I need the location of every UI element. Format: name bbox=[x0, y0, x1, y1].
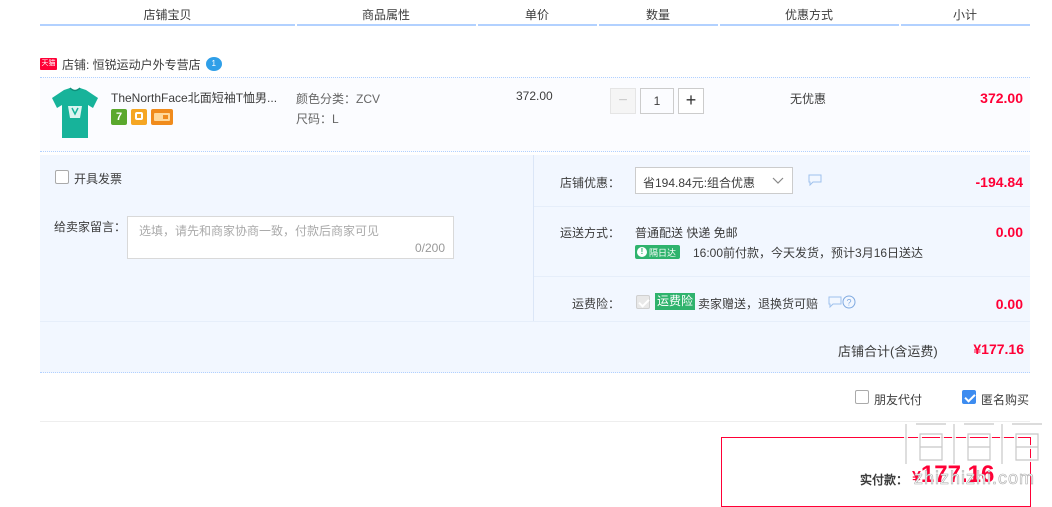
comment-icon[interactable] bbox=[808, 174, 822, 186]
item-subtotal: 372.00 bbox=[980, 90, 1023, 106]
shop-row: 天猫 店铺: 恒锐运动户外专营店 1 bbox=[40, 56, 222, 72]
header-underline bbox=[599, 24, 718, 26]
pay-amount: ¥177.16 bbox=[912, 461, 994, 489]
message-placeholder: 选填，请先和商家协商一致，付款后商家可见 bbox=[139, 224, 380, 238]
pay-amount-value: 177.16 bbox=[920, 461, 995, 488]
seven-day-return-icon[interactable]: 7 bbox=[111, 109, 127, 125]
shipping-amount: 0.00 bbox=[995, 224, 1023, 240]
col-attr-header: 商品属性 bbox=[361, 8, 410, 22]
message-textarea[interactable]: 选填，请先和商家协商一致，付款后商家可见 0/200 bbox=[127, 216, 454, 259]
shop-total-amount: ¥177.16 bbox=[973, 341, 1024, 357]
shop-discount-select-value: 省194.84元:组合优惠 bbox=[643, 176, 756, 190]
svg-text:?: ? bbox=[846, 298, 851, 308]
pay-currency: ¥ bbox=[912, 469, 921, 486]
shop-discount-amount: -194.84 bbox=[975, 174, 1023, 190]
pay-label: 实付款： bbox=[860, 473, 909, 487]
help-icon[interactable]: ? bbox=[842, 295, 856, 309]
service-tags: 7 bbox=[111, 109, 173, 125]
shipping-note: 16:00前付款，今天发货，预计3月16日送达 bbox=[693, 246, 924, 260]
chat-badge: 1 bbox=[211, 59, 216, 68]
guarantee-icon[interactable] bbox=[131, 109, 147, 125]
tshirt-image bbox=[52, 87, 98, 138]
shop-discount-select[interactable]: 省194.84元:组合优惠 bbox=[635, 167, 793, 194]
message-counter: 0/200 bbox=[414, 241, 445, 255]
header-underline bbox=[40, 24, 295, 26]
col-subtotal-header: 小计 bbox=[952, 8, 977, 22]
anonymous-checkbox[interactable] bbox=[962, 390, 976, 404]
insurance-label: 运费险： bbox=[572, 297, 621, 311]
friend-pay-label: 朋友代付 bbox=[874, 393, 923, 407]
card-pay-icon[interactable] bbox=[151, 109, 173, 125]
col-discount-header: 优惠方式 bbox=[784, 8, 833, 22]
attr-size: 尺码：L bbox=[296, 112, 339, 126]
col-price-header: 单价 bbox=[524, 8, 549, 22]
qty-minus-button[interactable]: − bbox=[610, 88, 636, 114]
quantity-stepper: − 1 + bbox=[610, 88, 704, 114]
product-thumbnail[interactable] bbox=[48, 86, 102, 143]
friend-pay-checkbox[interactable] bbox=[855, 390, 869, 404]
qty-plus-button[interactable]: + bbox=[678, 88, 704, 114]
header-underline bbox=[478, 24, 597, 26]
row-divider bbox=[534, 276, 1030, 277]
message-label: 给卖家留言： bbox=[54, 220, 127, 234]
unit-price: 372.00 bbox=[516, 89, 553, 103]
shop-discount-label: 店铺优惠： bbox=[560, 176, 621, 190]
insurance-amount: 0.00 bbox=[995, 296, 1023, 312]
qty-input[interactable]: 1 bbox=[640, 88, 674, 114]
insurance-text: 卖家赠送，退换货可赔 bbox=[698, 297, 819, 311]
shop-total-label: 店铺合计(含运费) bbox=[838, 344, 938, 359]
invoice-label: 开具发票 bbox=[74, 172, 123, 186]
attr-color: 颜色分类：ZCV bbox=[296, 92, 381, 106]
insurance-checkbox[interactable] bbox=[636, 295, 650, 309]
tmall-badge: 天猫 bbox=[40, 58, 57, 70]
comment-icon[interactable] bbox=[828, 296, 842, 308]
lightning-icon: ! bbox=[637, 247, 647, 257]
shipping-label: 运送方式： bbox=[560, 226, 621, 240]
header-underline bbox=[720, 24, 899, 26]
chat-icon[interactable]: 1 bbox=[205, 57, 222, 71]
header-underline bbox=[901, 24, 1030, 26]
col-shop-item-header: 店铺宝贝 bbox=[143, 8, 192, 22]
next-day-badge: ! 隔日达 bbox=[635, 245, 681, 259]
shop-name-link[interactable]: 店铺: 恒锐运动户外专营店 bbox=[62, 56, 201, 73]
shipping-method: 普通配送 快递 免邮 bbox=[635, 226, 738, 240]
panel-divider bbox=[533, 155, 534, 321]
row-divider bbox=[40, 321, 1030, 322]
anonymous-label: 匿名购买 bbox=[981, 393, 1030, 407]
invoice-checkbox[interactable] bbox=[55, 170, 69, 184]
next-day-badge-label: 隔日达 bbox=[649, 247, 677, 258]
pay-summary-box: 实付款： ¥177.16 bbox=[721, 437, 1031, 507]
section-divider bbox=[40, 421, 1030, 422]
product-title-link[interactable]: TheNorthFace北面短袖T恤男... bbox=[111, 89, 291, 106]
col-qty-header: 数量 bbox=[645, 8, 670, 22]
chevron-down-icon bbox=[772, 177, 784, 184]
header-underline bbox=[297, 24, 476, 26]
item-discount: 无优惠 bbox=[790, 92, 827, 106]
row-divider bbox=[534, 206, 1030, 207]
insurance-badge: 运费险 bbox=[655, 293, 696, 310]
